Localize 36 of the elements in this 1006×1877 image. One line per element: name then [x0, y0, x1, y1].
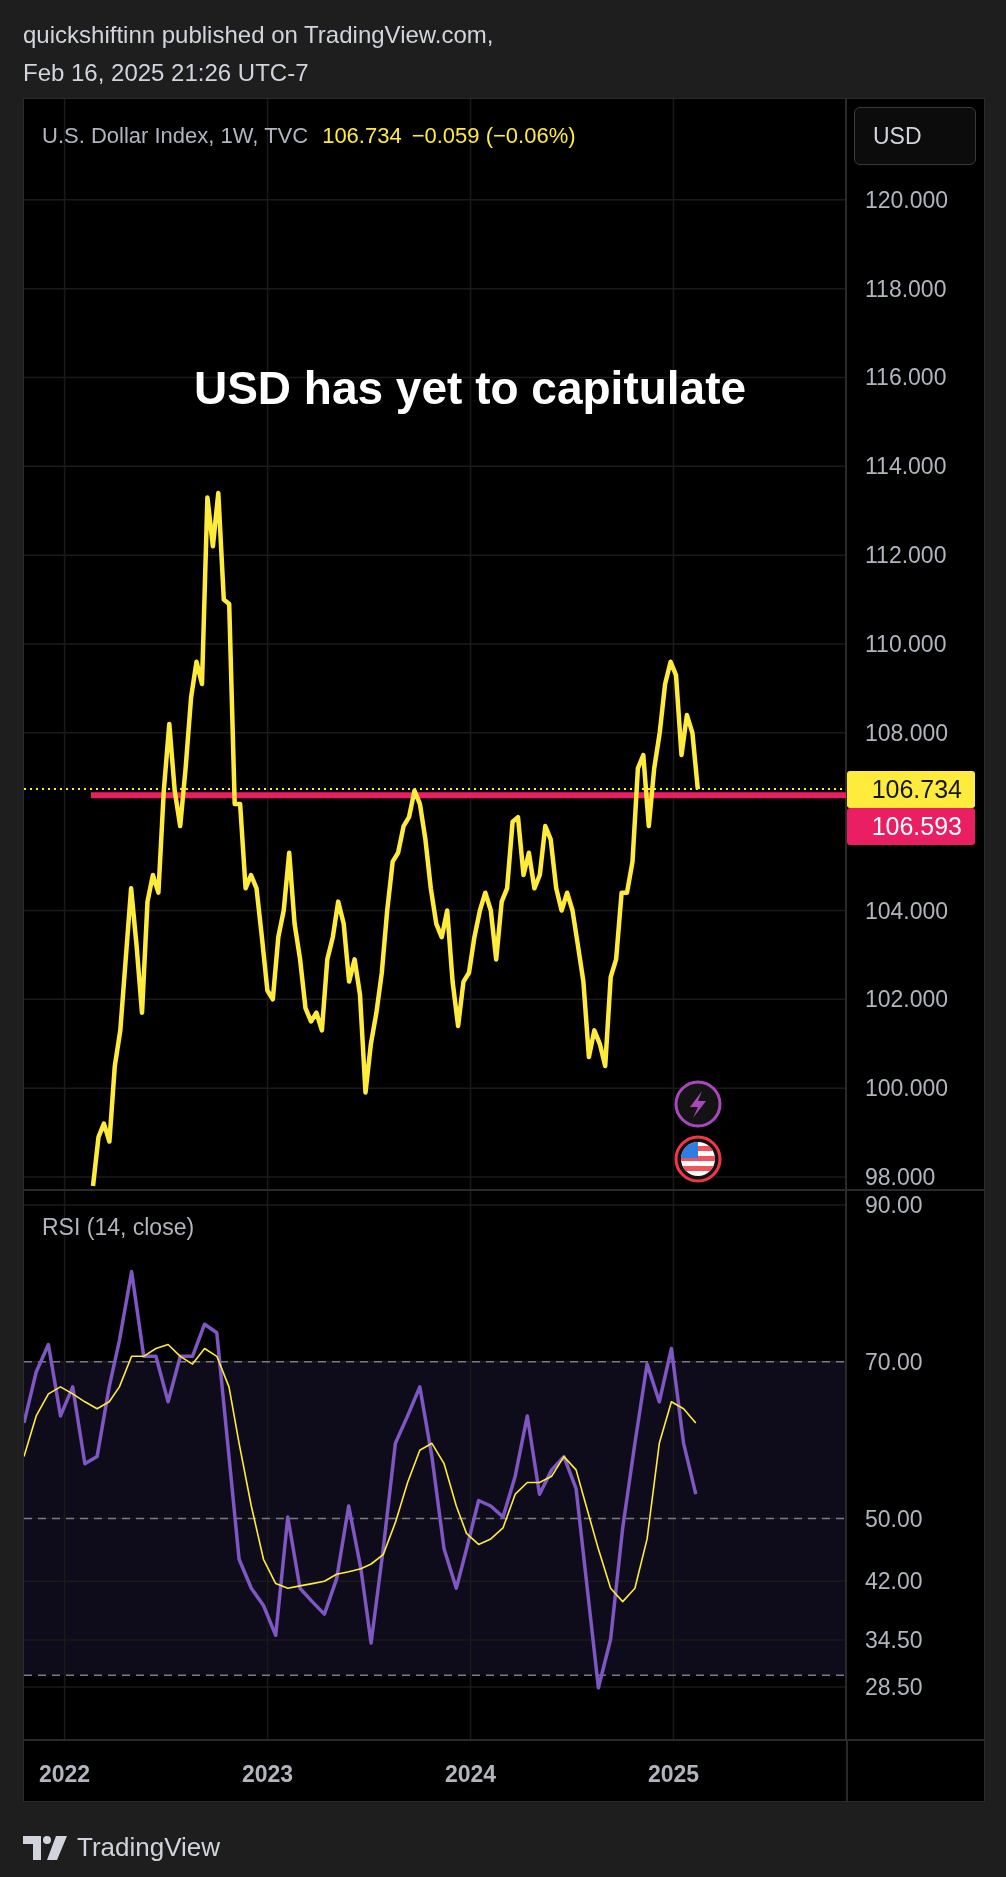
lightning-icon[interactable] [674, 1080, 722, 1128]
axis-label: 116.000 [865, 364, 947, 391]
time-axis-label: 2022 [39, 1760, 91, 1789]
publisher-text: quickshiftinn published on TradingView.com, [23, 20, 495, 50]
last-price: 106.734 [322, 122, 402, 150]
axis-label: 42.00 [865, 1568, 923, 1595]
time-axis-label: 2025 [647, 1760, 700, 1789]
time-axis-label: 2023 [241, 1760, 294, 1789]
price-tag: 106.734 [847, 771, 975, 809]
chart-headline: USD has yet to capitulate [193, 362, 747, 414]
horizontal-line[interactable] [91, 792, 846, 799]
axis-label: 70.00 [865, 1348, 923, 1375]
axis-label: 50.00 [865, 1505, 923, 1532]
flag-icon[interactable] [674, 1135, 722, 1183]
axis-label: 102.000 [865, 986, 949, 1013]
axis-label: 114.000 [865, 453, 947, 480]
time-axis-label: 2024 [444, 1760, 497, 1789]
price-tag: 106.593 [847, 808, 975, 846]
symbol-label: U.S. Dollar Index, 1W, TVC [42, 122, 309, 150]
axis-label: 118.000 [865, 275, 947, 302]
price-change: −0.059 (−0.06%) [411, 122, 576, 150]
axis-label: 90.00 [865, 1192, 923, 1219]
axis-label: 98.000 [865, 1164, 936, 1189]
brand-name: TradingView [77, 1831, 221, 1864]
axis-label: 112.000 [865, 542, 947, 569]
axis-label: 100.000 [865, 1075, 949, 1102]
indicator-title: RSI (14, close) [42, 1214, 195, 1240]
publish-date: Feb 16, 2025 21:26 UTC-7 [23, 58, 310, 88]
axis-label: 108.000 [865, 719, 949, 746]
logo-icon [23, 1835, 67, 1860]
axis-label: 104.000 [865, 897, 949, 924]
axis-label: 120.000 [865, 186, 949, 213]
axis-label: 28.50 [865, 1674, 923, 1701]
axis-label: 110.000 [865, 631, 947, 657]
currency-button[interactable]: USD [854, 107, 976, 165]
axis-label: 34.50 [865, 1627, 923, 1653]
